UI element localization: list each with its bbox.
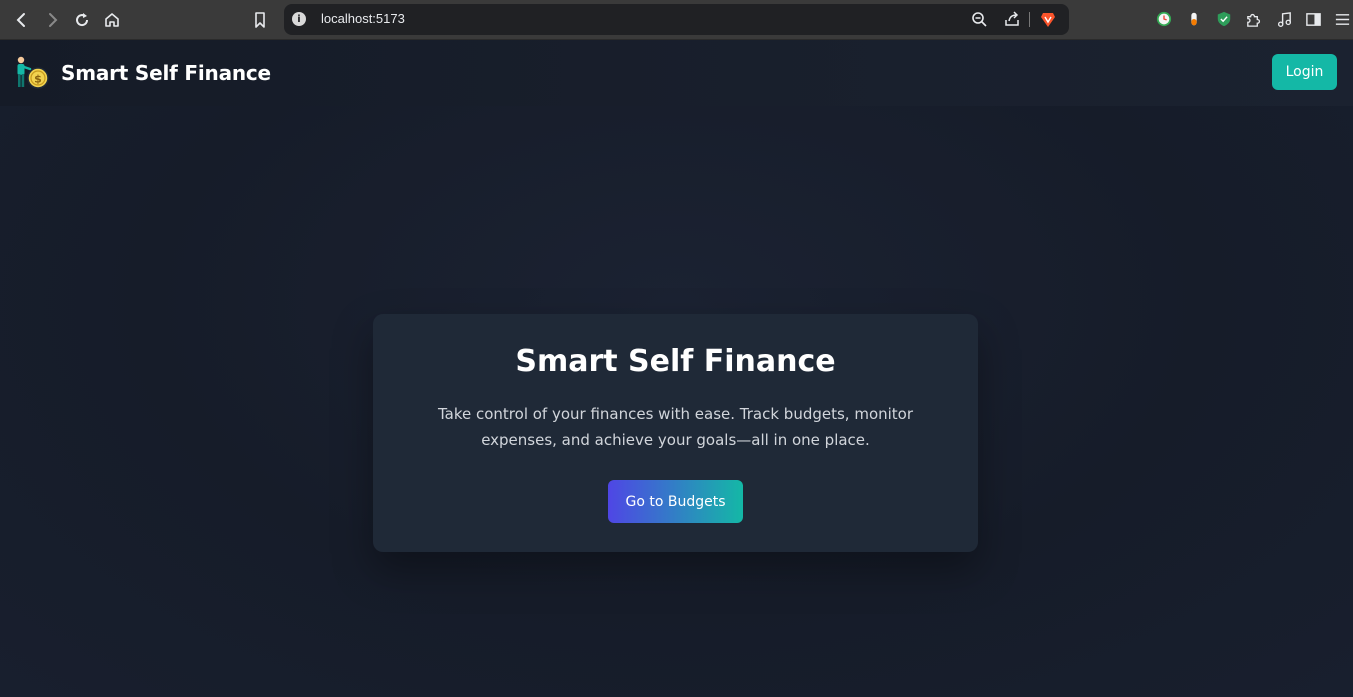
- share-icon[interactable]: [1003, 10, 1021, 28]
- zoom-icon[interactable]: [970, 10, 988, 28]
- media-music-icon[interactable]: [1275, 10, 1293, 28]
- hero-title: Smart Self Finance: [515, 344, 836, 379]
- extension-shield-icon[interactable]: [1215, 10, 1233, 28]
- go-to-budgets-button[interactable]: Go to Budgets: [608, 480, 743, 523]
- forward-icon[interactable]: [40, 8, 64, 32]
- reload-icon[interactable]: [70, 8, 94, 32]
- home-icon[interactable]: [100, 8, 124, 32]
- site-info-icon[interactable]: i: [292, 12, 306, 26]
- omnibox-divider: [1029, 12, 1030, 27]
- extensions-puzzle-icon[interactable]: [1244, 10, 1262, 28]
- login-button[interactable]: Login: [1272, 54, 1337, 90]
- svg-text:$: $: [34, 73, 42, 86]
- app-page: $ Smart Self Finance Login Smart Self Fi…: [0, 40, 1353, 697]
- top-navbar: $ Smart Self Finance Login: [0, 40, 1353, 106]
- brand-title[interactable]: Smart Self Finance: [61, 61, 271, 85]
- menu-hamburger-icon[interactable]: [1333, 10, 1351, 28]
- brave-shield-icon[interactable]: [1039, 10, 1057, 28]
- extension-clock-icon[interactable]: [1155, 10, 1173, 28]
- hero-description: Take control of your finances with ease.…: [437, 405, 914, 449]
- bookmark-icon[interactable]: [248, 8, 272, 32]
- browser-toolbar: i localhost:5173: [0, 0, 1353, 40]
- extension-capsule-icon[interactable]: [1185, 10, 1203, 28]
- sidebar-toggle-icon[interactable]: [1304, 10, 1322, 28]
- back-icon[interactable]: [10, 8, 34, 32]
- hero-card: Smart Self Finance Take control of your …: [373, 314, 978, 552]
- finance-person-coin-logo-icon[interactable]: $: [14, 54, 50, 90]
- url-text[interactable]: localhost:5173: [321, 11, 405, 26]
- address-bar[interactable]: i localhost:5173: [284, 4, 1069, 35]
